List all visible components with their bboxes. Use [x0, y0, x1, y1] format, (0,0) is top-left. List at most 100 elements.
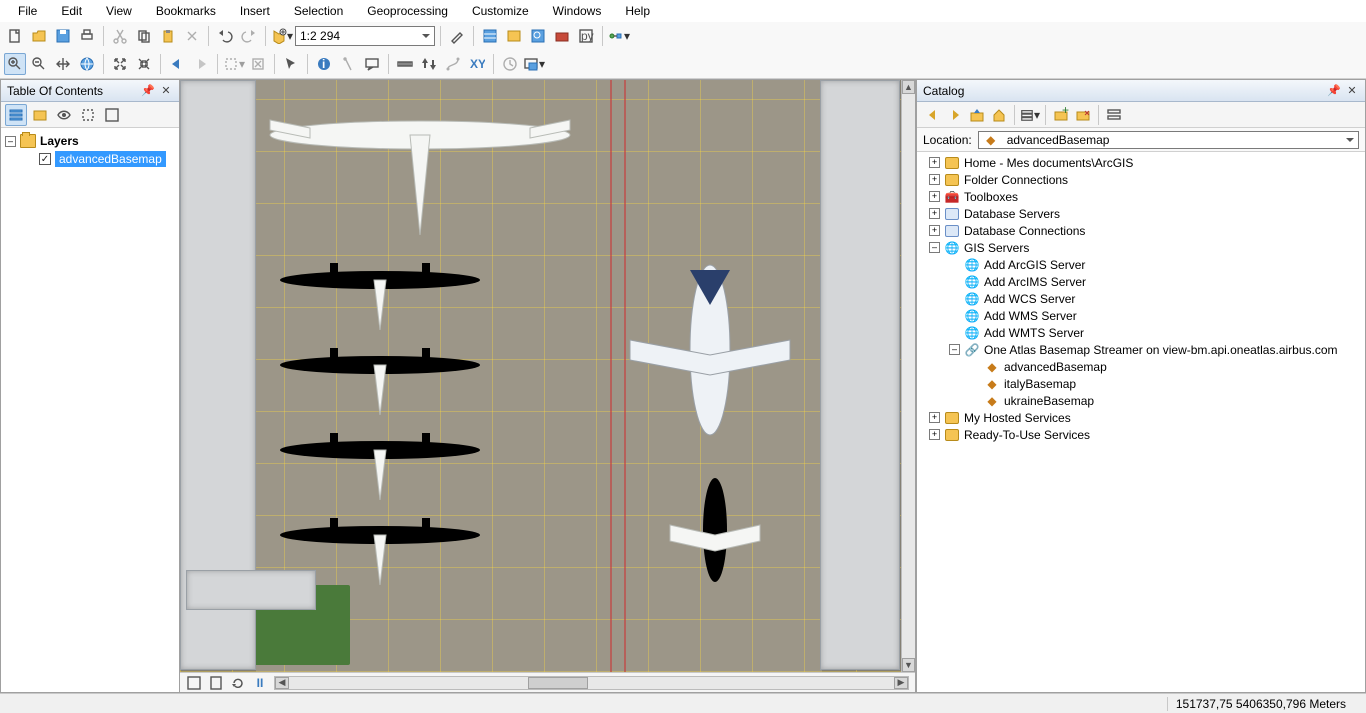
paste-icon[interactable]: [157, 25, 179, 47]
find-icon[interactable]: [418, 53, 440, 75]
expander-icon[interactable]: [929, 412, 940, 423]
goto-xy-icon[interactable]: XY: [466, 53, 488, 75]
scroll-up-icon[interactable]: ▲: [902, 80, 915, 94]
clear-selection-icon[interactable]: [247, 53, 269, 75]
menu-insert[interactable]: Insert: [228, 2, 282, 20]
list-by-selection-icon[interactable]: [77, 104, 99, 126]
catalog-item[interactable]: Ready-To-Use Services: [921, 426, 1361, 443]
catalog-item[interactable]: 🌐Add ArcGIS Server: [921, 256, 1361, 273]
catalog-item[interactable]: 🌐Add WCS Server: [921, 290, 1361, 307]
menu-windows[interactable]: Windows: [541, 2, 614, 20]
connect-folder-icon[interactable]: +: [1051, 105, 1071, 125]
identify-icon[interactable]: i: [313, 53, 335, 75]
save-icon[interactable]: [52, 25, 74, 47]
catalog-item[interactable]: ◆advancedBasemap: [921, 358, 1361, 375]
disconnect-icon[interactable]: [1073, 105, 1093, 125]
find-route-icon[interactable]: [442, 53, 464, 75]
expander-icon[interactable]: [929, 174, 940, 185]
zoom-out-icon[interactable]: [28, 53, 50, 75]
forward-extent-icon[interactable]: [190, 53, 212, 75]
expander-icon[interactable]: [929, 242, 940, 253]
catalog-item[interactable]: 🌐Add WMTS Server: [921, 324, 1361, 341]
fixed-zoom-out-icon[interactable]: [133, 53, 155, 75]
catalog-item[interactable]: Home - Mes documents\ArcGIS: [921, 154, 1361, 171]
menu-view[interactable]: View: [94, 2, 144, 20]
list-by-visibility-icon[interactable]: [53, 104, 75, 126]
options-icon[interactable]: [1104, 105, 1124, 125]
delete-icon[interactable]: [181, 25, 203, 47]
catalog-item[interactable]: 🌐Add ArcIMS Server: [921, 273, 1361, 290]
vertical-scrollbar[interactable]: ▲ ▼: [901, 80, 915, 672]
catalog-item[interactable]: Database Connections: [921, 222, 1361, 239]
close-icon[interactable]: ✕: [159, 84, 173, 98]
menu-edit[interactable]: Edit: [49, 2, 94, 20]
menu-help[interactable]: Help: [613, 2, 662, 20]
html-popup-icon[interactable]: [361, 53, 383, 75]
expander-icon[interactable]: [929, 225, 940, 236]
new-doc-icon[interactable]: [4, 25, 26, 47]
list-by-source-icon[interactable]: [29, 104, 51, 126]
toc-layer-advancedbasemap[interactable]: ✓ advancedBasemap: [5, 150, 175, 168]
menu-bookmarks[interactable]: Bookmarks: [144, 2, 228, 20]
close-icon[interactable]: ✕: [1345, 84, 1359, 98]
python-window-icon[interactable]: py: [575, 25, 597, 47]
menu-selection[interactable]: Selection: [282, 2, 355, 20]
scroll-thumb[interactable]: [528, 677, 588, 689]
full-extent-icon[interactable]: [76, 53, 98, 75]
catalog-item[interactable]: 🔗One Atlas Basemap Streamer on view-bm.a…: [921, 341, 1361, 358]
catalog-item[interactable]: Folder Connections: [921, 171, 1361, 188]
expander-icon[interactable]: [929, 208, 940, 219]
create-viewer-icon[interactable]: ▾: [523, 53, 545, 75]
scroll-down-icon[interactable]: ▼: [902, 658, 915, 672]
forward-icon[interactable]: [945, 105, 965, 125]
up-one-level-icon[interactable]: [967, 105, 987, 125]
catalog-item[interactable]: 🌐GIS Servers: [921, 239, 1361, 256]
fixed-zoom-in-icon[interactable]: [109, 53, 131, 75]
layout-view-icon[interactable]: [208, 675, 224, 691]
catalog-item[interactable]: 🌐Add WMS Server: [921, 307, 1361, 324]
model-builder-icon[interactable]: ▾: [608, 25, 630, 47]
pin-icon[interactable]: 📌: [141, 84, 155, 98]
pan-icon[interactable]: [52, 53, 74, 75]
expander-icon[interactable]: [929, 157, 940, 168]
editor-toolbar-icon[interactable]: [446, 25, 468, 47]
open-icon[interactable]: [28, 25, 50, 47]
select-features-icon[interactable]: ▾: [223, 53, 245, 75]
table-of-contents-icon[interactable]: [479, 25, 501, 47]
expander-icon[interactable]: [929, 191, 940, 202]
toc-root-layers[interactable]: Layers: [5, 132, 175, 150]
location-combo[interactable]: ◆ advancedBasemap: [978, 131, 1359, 149]
pause-drawing-icon[interactable]: II: [252, 675, 268, 691]
add-data-icon[interactable]: ▾: [271, 25, 293, 47]
print-icon[interactable]: [76, 25, 98, 47]
zoom-in-icon[interactable]: [4, 53, 26, 75]
catalog-window-icon[interactable]: [503, 25, 525, 47]
toggle-contents-icon[interactable]: ▾: [1020, 105, 1040, 125]
copy-icon[interactable]: [133, 25, 155, 47]
scroll-right-icon[interactable]: ▶: [894, 677, 908, 689]
measure-icon[interactable]: [394, 53, 416, 75]
catalog-item[interactable]: ◆italyBasemap: [921, 375, 1361, 392]
expander-icon[interactable]: [5, 136, 16, 147]
catalog-item[interactable]: My Hosted Services: [921, 409, 1361, 426]
select-elements-icon[interactable]: [280, 53, 302, 75]
search-window-icon[interactable]: [527, 25, 549, 47]
time-slider-icon[interactable]: [499, 53, 521, 75]
home-icon[interactable]: [989, 105, 1009, 125]
expander-icon[interactable]: [949, 344, 960, 355]
catalog-item[interactable]: 🧰Toolboxes: [921, 188, 1361, 205]
pin-icon[interactable]: 📌: [1327, 84, 1341, 98]
back-extent-icon[interactable]: [166, 53, 188, 75]
back-icon[interactable]: [923, 105, 943, 125]
map-canvas[interactable]: ▲ ▼: [180, 80, 915, 672]
arc-toolbox-icon[interactable]: [551, 25, 573, 47]
horizontal-scrollbar[interactable]: ◀ ▶: [274, 676, 909, 690]
redo-icon[interactable]: [238, 25, 260, 47]
undo-icon[interactable]: [214, 25, 236, 47]
list-by-drawing-order-icon[interactable]: [5, 104, 27, 126]
checkbox-icon[interactable]: ✓: [39, 153, 51, 165]
expander-icon[interactable]: [929, 429, 940, 440]
options-icon[interactable]: [101, 104, 123, 126]
hyperlink-icon[interactable]: [337, 53, 359, 75]
catalog-item[interactable]: Database Servers: [921, 205, 1361, 222]
